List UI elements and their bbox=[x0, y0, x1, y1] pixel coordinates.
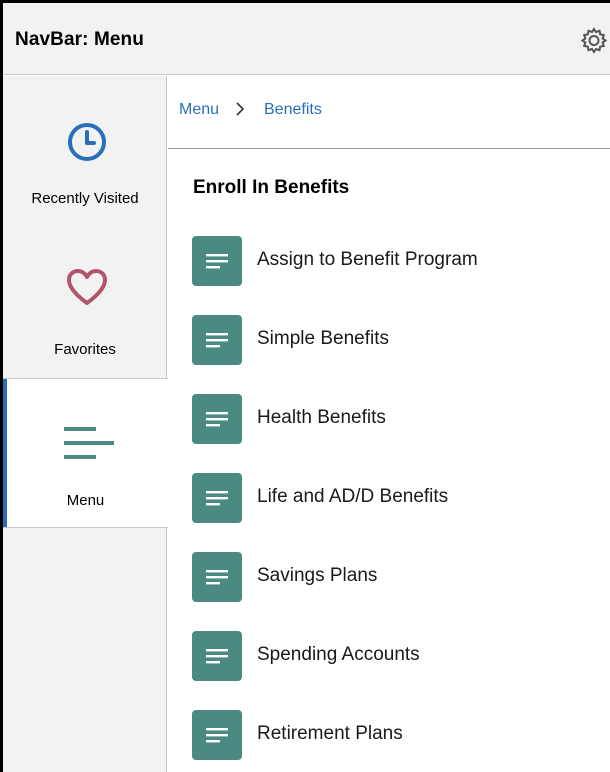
menu-item-label: Savings Plans bbox=[257, 565, 378, 586]
menu-item-label: Simple Benefits bbox=[257, 328, 390, 349]
menu-item-savings-plans[interactable]: Savings Plans bbox=[192, 552, 592, 602]
heart-icon bbox=[67, 269, 107, 305]
menu-item-label: Spending Accounts bbox=[257, 644, 420, 665]
navbar-window: NavBar: Menu Recently Visited Favorites bbox=[0, 0, 610, 772]
menu-item-label: Health Benefits bbox=[257, 407, 386, 428]
menu-item-simple-benefits[interactable]: Simple Benefits bbox=[192, 315, 592, 365]
navbar-sidebar: Recently Visited Favorites Menu bbox=[3, 76, 168, 772]
sidebar-item-label: Favorites bbox=[54, 341, 116, 358]
breadcrumb: Menu Benefits bbox=[168, 76, 610, 149]
section-title: Enroll In Benefits bbox=[193, 177, 350, 198]
menu-item-label: Retirement Plans bbox=[257, 723, 403, 744]
document-lines-icon bbox=[192, 236, 242, 286]
menu-item-label: Assign to Benefit Program bbox=[257, 249, 478, 270]
document-lines-icon bbox=[192, 315, 242, 365]
navbar-header: NavBar: Menu bbox=[3, 3, 610, 75]
menu-item-health-benefits[interactable]: Health Benefits bbox=[192, 394, 592, 444]
breadcrumb-menu-link[interactable]: Menu bbox=[179, 101, 219, 119]
menu-item-label: Life and AD/D Benefits bbox=[257, 486, 449, 507]
chevron-right-icon bbox=[236, 102, 245, 116]
gear-icon[interactable] bbox=[580, 26, 608, 54]
header-title: NavBar: Menu bbox=[15, 29, 144, 50]
sidebar-item-label: Menu bbox=[66, 492, 105, 509]
sidebar-item-label: Recently Visited bbox=[31, 190, 139, 207]
menu-item-assign-to-benefit-program[interactable]: Assign to Benefit Program bbox=[192, 236, 592, 286]
document-lines-icon bbox=[192, 473, 242, 523]
main-content: Menu Benefits Enroll In Benefits Assign … bbox=[168, 76, 610, 772]
document-lines-icon bbox=[192, 710, 242, 760]
document-lines-icon bbox=[192, 552, 242, 602]
sidebar-item-menu[interactable]: Menu bbox=[3, 378, 168, 528]
document-lines-icon bbox=[192, 631, 242, 681]
menu-item-life-and-add-benefits[interactable]: Life and AD/D Benefits bbox=[192, 473, 592, 523]
menu-item-spending-accounts[interactable]: Spending Accounts bbox=[192, 631, 592, 681]
hamburger-icon bbox=[64, 427, 114, 459]
sidebar-item-favorites[interactable]: Favorites bbox=[3, 226, 167, 378]
document-lines-icon bbox=[192, 394, 242, 444]
clock-icon bbox=[68, 123, 106, 161]
breadcrumb-benefits-link[interactable]: Benefits bbox=[264, 101, 322, 119]
menu-item-retirement-plans[interactable]: Retirement Plans bbox=[192, 710, 592, 760]
sidebar-item-recently-visited[interactable]: Recently Visited bbox=[3, 76, 167, 226]
